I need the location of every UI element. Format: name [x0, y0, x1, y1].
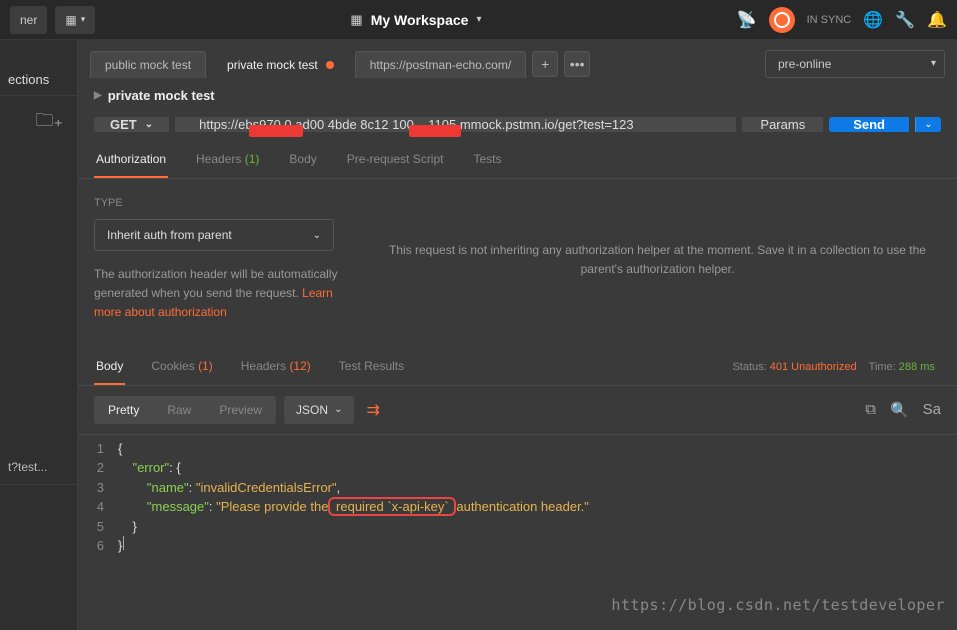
format-select[interactable]: JSON ⌄ [284, 396, 354, 424]
tab-headers[interactable]: Headers (1) [194, 142, 261, 178]
response-meta: Status: 401 Unauthorized Time: 288 ms [732, 361, 941, 373]
breadcrumb: ▶ private mock test [78, 78, 957, 113]
response-viewbar: Pretty Raw Preview JSON ⌄ ⇉ ⧉ 🔍 Sa [78, 386, 957, 434]
environment-select[interactable]: pre-online ▾ [765, 50, 945, 78]
response-tabs: Body Cookies (1) Headers (12) Test Resul… [78, 349, 957, 386]
view-raw[interactable]: Raw [153, 396, 205, 424]
tab-prerequest[interactable]: Pre-request Script [345, 142, 446, 178]
send-dropdown[interactable]: ⌄ [915, 117, 941, 132]
sidebar-item-test[interactable]: t?test... [0, 450, 77, 485]
resp-tab-body[interactable]: Body [94, 349, 125, 385]
workspace-title[interactable]: My Workspace [371, 12, 469, 28]
chevron-down-icon: ⌄ [924, 119, 932, 130]
chevron-down-icon: ⌄ [313, 230, 321, 241]
sync-status: IN SYNC [807, 14, 852, 26]
new-tab-dropdown[interactable]: ▦▾ [55, 6, 95, 34]
view-pretty[interactable]: Pretty [94, 396, 153, 424]
search-icon[interactable]: 🔍 [890, 401, 909, 419]
chevron-down-icon: ⌄ [145, 119, 153, 130]
resp-tab-cookies[interactable]: Cookies (1) [149, 349, 214, 385]
auth-type-select[interactable]: Inherit auth from parent ⌄ [94, 219, 334, 251]
tab-private-mock[interactable]: private mock test [212, 51, 349, 78]
satellite-icon[interactable]: 📡 [737, 10, 757, 30]
request-tabs-row: public mock test private mock test https… [78, 40, 957, 78]
auth-type-label: TYPE [94, 197, 344, 209]
redaction-box [249, 125, 303, 137]
sidebar: ections 🗀₊ t?test... [0, 40, 78, 630]
response-body[interactable]: 1{ 2 "error": { 3 "name": "invalidCreden… [78, 434, 957, 560]
highlighted-text: required `x-api-key` [328, 497, 456, 516]
wrap-lines-icon[interactable]: ⇉ [362, 396, 383, 424]
redaction-box [409, 125, 461, 137]
new-collection-icon[interactable]: 🗀₊ [0, 96, 77, 150]
unsaved-dot-icon [326, 61, 334, 69]
send-button[interactable]: Send [829, 117, 909, 132]
chevron-down-icon: ⌄ [334, 404, 342, 415]
method-select[interactable]: GET ⌄ [94, 117, 169, 132]
save-response-button[interactable]: Sa [923, 401, 941, 418]
tab-public-mock[interactable]: public mock test [90, 51, 206, 78]
runner-button[interactable]: ner [10, 6, 47, 34]
request-subtabs: Authorization Headers (1) Body Pre-reque… [78, 142, 957, 179]
tab-authorization[interactable]: Authorization [94, 142, 168, 178]
tab-body[interactable]: Body [287, 142, 318, 178]
tab-options-button[interactable]: ••• [564, 51, 590, 77]
auth-panel: TYPE Inherit auth from parent ⌄ The auth… [78, 179, 957, 341]
resp-tab-tests[interactable]: Test Results [337, 349, 406, 385]
auth-help-text: The authorization header will be automat… [94, 265, 344, 323]
resp-tab-headers[interactable]: Headers (12) [239, 349, 313, 385]
new-tab-button[interactable]: + [532, 51, 558, 77]
collections-header[interactable]: ections [0, 64, 77, 96]
request-title: private mock test [108, 88, 215, 103]
top-bar: ner ▦▾ ▦ My Workspace ▾ 📡 IN SYNC 🌐 🔧 🔔 [0, 0, 957, 40]
bell-icon[interactable]: 🔔 [927, 10, 947, 30]
triangle-right-icon[interactable]: ▶ [94, 90, 102, 101]
wrench-icon[interactable]: 🔧 [895, 10, 915, 30]
auth-inherit-message: This request is not inheriting any autho… [344, 197, 941, 323]
content-area: public mock test private mock test https… [78, 40, 957, 630]
view-preview[interactable]: Preview [205, 396, 276, 424]
request-bar: GET ⌄ Params Send ⌄ [78, 113, 957, 142]
copy-icon[interactable]: ⧉ [865, 401, 876, 418]
tab-echo[interactable]: https://postman-echo.com/ [355, 51, 526, 78]
params-button[interactable]: Params [742, 117, 823, 132]
globe-icon[interactable]: 🌐 [863, 10, 883, 30]
tab-tests[interactable]: Tests [471, 142, 503, 178]
watermark: https://blog.csdn.net/testdeveloper [611, 596, 945, 614]
grid-icon: ▦ [350, 12, 362, 28]
chevron-down-icon[interactable]: ▾ [476, 14, 481, 25]
avatar[interactable] [769, 7, 795, 33]
